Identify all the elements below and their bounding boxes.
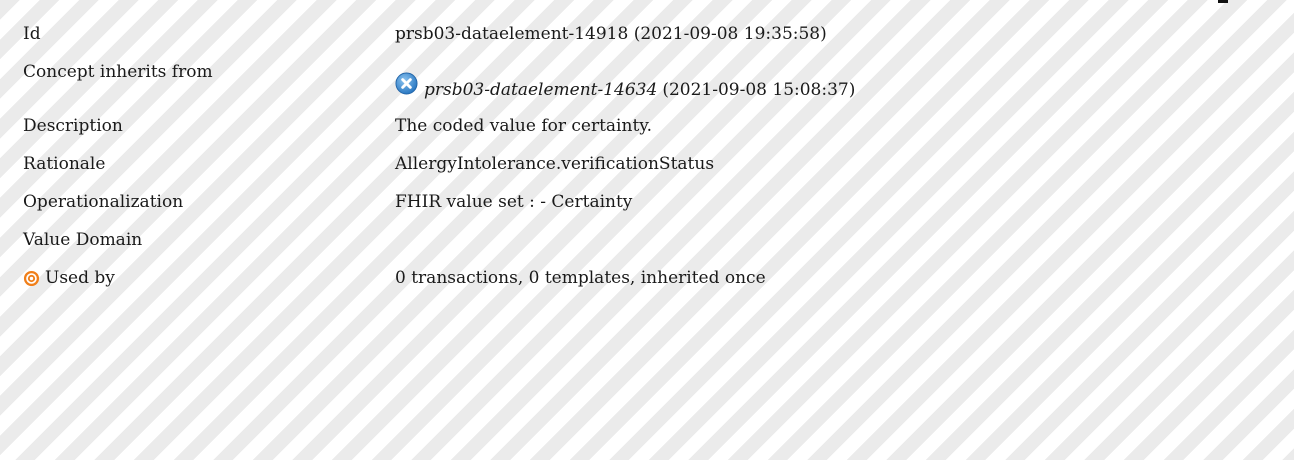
- concept-properties: Id prsb03-dataelement-14918 (2021-09-08 …: [0, 18, 1294, 300]
- inherits-ref-date: (2021-09-08 15:08:37): [662, 79, 856, 100]
- used-by-label: Used by: [45, 268, 115, 288]
- value-domain-label: Value Domain: [23, 230, 143, 250]
- id-label: Id: [23, 24, 41, 44]
- property-row-inherits: Concept inherits from prsb03-dataelement…: [0, 56, 1294, 110]
- blue-x-circle-icon[interactable]: [395, 72, 418, 95]
- property-row-rationale: Rationale AllergyIntolerance.verificatio…: [0, 148, 1294, 186]
- property-row-used-by: Used by 0 transactions, 0 templates, inh…: [0, 262, 1294, 300]
- id-value: prsb03-dataelement-14918 (2021-09-08 19:…: [395, 24, 827, 44]
- target-icon[interactable]: [23, 270, 40, 287]
- top-edge-mark: [1218, 0, 1228, 3]
- rationale-label: Rationale: [23, 154, 106, 174]
- description-value: The coded value for certainty.: [395, 116, 653, 136]
- operationalization-value: FHIR value set : - Certainty: [395, 192, 633, 212]
- property-row-value-domain: Value Domain: [0, 224, 1294, 262]
- used-by-label-group: Used by: [23, 268, 115, 288]
- operationalization-label: Operationalization: [23, 192, 184, 212]
- rationale-value: AllergyIntolerance.verificationStatus: [395, 154, 715, 174]
- inherits-label: Concept inherits from: [23, 62, 213, 82]
- description-label: Description: [23, 116, 123, 136]
- property-row-description: Description The coded value for certaint…: [0, 110, 1294, 148]
- used-by-value: 0 transactions, 0 templates, inherited o…: [395, 268, 766, 288]
- property-row-operationalization: Operationalization FHIR value set : - Ce…: [0, 186, 1294, 224]
- inherits-value: prsb03-dataelement-14634 (2021-09-08 15:…: [395, 72, 856, 101]
- property-row-id: Id prsb03-dataelement-14918 (2021-09-08 …: [0, 18, 1294, 56]
- inherits-ref-link[interactable]: prsb03-dataelement-14634: [424, 80, 657, 100]
